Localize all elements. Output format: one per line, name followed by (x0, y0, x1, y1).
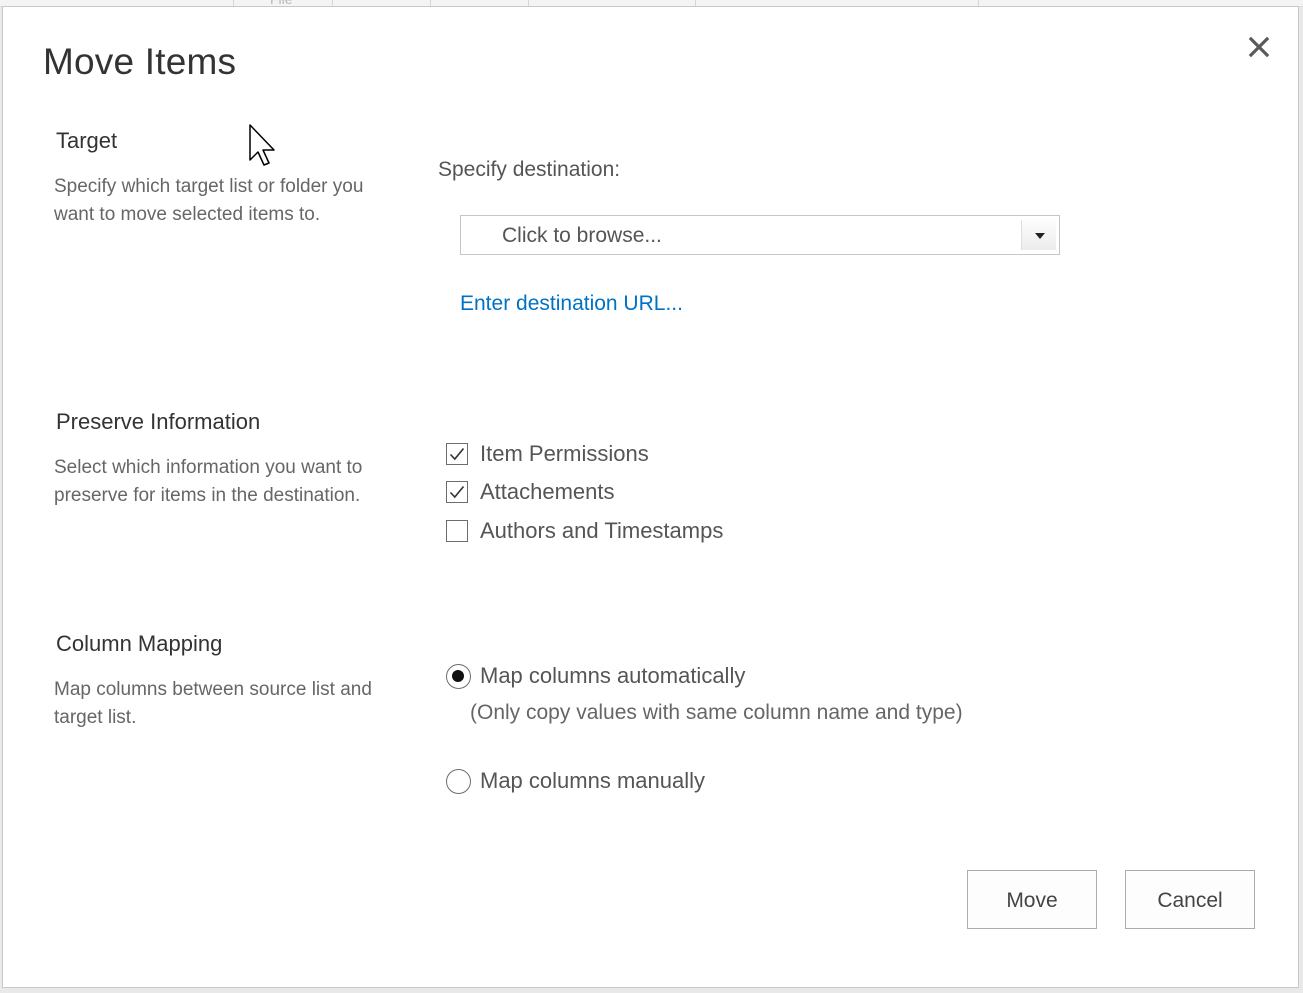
attachments-label: Attachements (480, 479, 615, 504)
destination-label: Specify destination: (438, 158, 621, 181)
dialog-title: Move Items (43, 41, 237, 82)
mapping-description: Map columns between source list and targ… (54, 679, 372, 728)
map-manual-label: Map columns manually (480, 768, 705, 793)
destination-browse-dropdown[interactable]: Click to browse... (460, 215, 1060, 255)
radio-selected-dot (452, 670, 464, 682)
close-icon[interactable] (1243, 31, 1275, 63)
authors-timestamps-label: Authors and Timestamps (480, 518, 724, 543)
cancel-button[interactable]: Cancel (1125, 870, 1255, 929)
mapping-heading: Column Mapping (56, 631, 223, 656)
authors-timestamps-checkbox[interactable] (446, 520, 468, 542)
preserve-heading: Preserve Information (56, 409, 261, 434)
map-auto-radio[interactable] (446, 664, 471, 689)
target-description: Specify which target list or folder you … (54, 176, 364, 225)
map-auto-note: (Only copy values with same column name … (470, 701, 963, 724)
move-items-dialog: Move Items Target Specify which target l… (2, 6, 1299, 988)
map-auto-label: Map columns automatically (480, 663, 746, 688)
browse-placeholder: Click to browse... (502, 224, 662, 247)
mouse-cursor-icon (249, 124, 275, 166)
item-permissions-label: Item Permissions (480, 441, 649, 466)
check-icon (449, 485, 465, 499)
check-icon (449, 447, 465, 461)
map-manual-radio[interactable] (446, 769, 471, 794)
preserve-description: Select which information you want to pre… (54, 457, 363, 506)
item-permissions-checkbox[interactable] (446, 443, 468, 465)
enter-destination-url-link[interactable]: Enter destination URL... (460, 292, 683, 316)
target-heading: Target (56, 128, 118, 153)
attachments-checkbox[interactable] (446, 481, 468, 503)
chevron-down-icon[interactable] (1021, 220, 1056, 250)
move-button[interactable]: Move (967, 870, 1097, 929)
